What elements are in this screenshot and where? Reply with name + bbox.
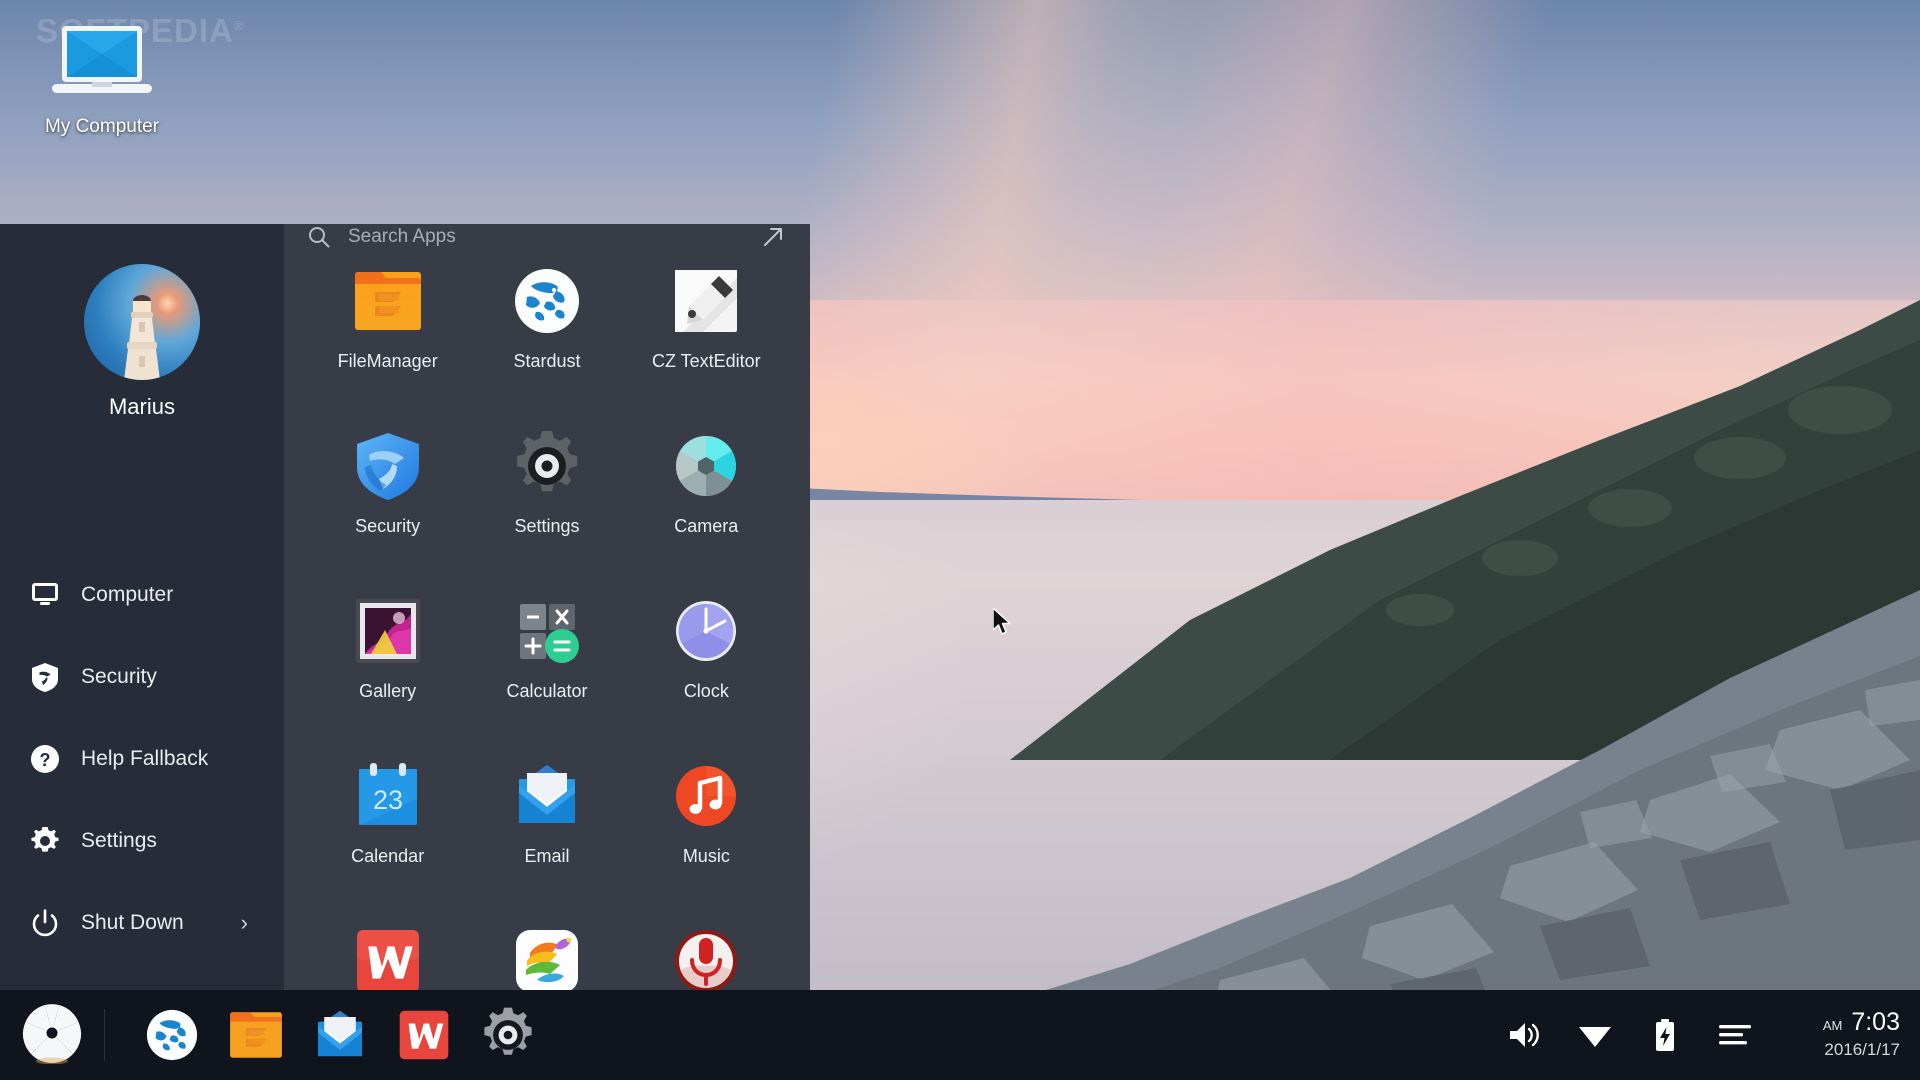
app-label: Camera <box>674 516 738 537</box>
app-label: Settings <box>514 516 579 537</box>
wps-office-icon <box>351 924 425 998</box>
app-music[interactable]: Music <box>627 749 786 914</box>
start-menu-nav: Computer Security <box>0 554 284 990</box>
menu-lines-icon[interactable] <box>1718 1018 1752 1052</box>
search-input[interactable] <box>348 226 760 248</box>
clock-date: 2016/1/17 <box>1824 1040 1900 1060</box>
app-label: CZ TextEditor <box>652 351 761 372</box>
wifi-icon[interactable] <box>1578 1018 1612 1052</box>
gallery-icon <box>351 594 425 668</box>
avatar <box>84 264 200 380</box>
clock-ampm: AM <box>1823 1018 1843 1033</box>
app-label: Clock <box>684 681 729 702</box>
app-label: Music <box>683 846 730 867</box>
calculator-icon <box>510 594 584 668</box>
start-menu-sidebar: Marius Computer <box>0 224 284 990</box>
taskbar-app-wps-office[interactable] <box>395 1006 453 1064</box>
svg-text:?: ? <box>40 750 51 770</box>
start-menu-apps-pane: FileManager <box>284 224 810 990</box>
app-label: Security <box>355 516 420 537</box>
filemanager-icon <box>351 264 425 338</box>
clock-time: 7:03 <box>1851 1010 1900 1035</box>
gear-icon <box>30 826 60 856</box>
taskbar-app-settings[interactable] <box>479 1006 537 1064</box>
app-filemanager[interactable]: FileManager <box>308 254 467 419</box>
battery-charging-icon[interactable] <box>1648 1018 1682 1052</box>
search-bar <box>284 224 810 250</box>
search-icon <box>308 226 330 248</box>
app-camera[interactable]: Camera <box>627 419 786 584</box>
app-calculator[interactable]: Calculator <box>467 584 626 749</box>
start-menu: Marius Computer <box>0 224 810 990</box>
app-label: FileManager <box>338 351 438 372</box>
app-gallery[interactable]: Gallery <box>308 584 467 749</box>
clock-icon <box>669 594 743 668</box>
user-name: Marius <box>109 394 175 420</box>
app-clock[interactable]: Clock <box>627 584 786 749</box>
security-shield-icon <box>351 429 425 503</box>
sidebar-item-security[interactable]: Security <box>0 636 284 718</box>
computer-icon <box>50 22 154 106</box>
sidebar-item-settings[interactable]: Settings <box>0 800 284 882</box>
calendar-icon: 23 <box>351 759 425 833</box>
taskbar-clock[interactable]: AM 7:03 2016/1/17 <box>1788 1010 1900 1060</box>
taskbar-app-filemanager[interactable] <box>227 1006 285 1064</box>
sidebar-item-label: Settings <box>81 829 157 853</box>
expand-arrow-icon[interactable] <box>760 224 786 250</box>
taskbar-app-stardust[interactable] <box>143 1006 201 1064</box>
stardust-browser-icon <box>510 264 584 338</box>
volume-icon[interactable] <box>1508 1018 1542 1052</box>
desktop-icon-label: My Computer <box>45 116 159 138</box>
cz-texteditor-icon <box>669 264 743 338</box>
sidebar-item-computer[interactable]: Computer <box>0 554 284 636</box>
music-note-icon <box>669 759 743 833</box>
settings-gear-icon <box>510 429 584 503</box>
voice-recorder-icon <box>669 924 743 998</box>
sidebar-item-shut-down[interactable]: Shut Down › <box>0 882 284 964</box>
app-label: Calculator <box>506 681 587 702</box>
app-settings[interactable]: Settings <box>467 419 626 584</box>
sidebar-item-label: Help Fallback <box>81 747 208 771</box>
calendar-day-number: 23 <box>373 785 403 815</box>
email-envelope-icon <box>510 759 584 833</box>
desktop-screen: SOFTPEDIA® My Computer <box>0 0 1920 1080</box>
app-grid: FileManager <box>284 250 810 1079</box>
desktop-icon-my-computer[interactable]: My Computer <box>22 22 182 138</box>
app-label: Calendar <box>351 846 424 867</box>
taskbar-app-email[interactable] <box>311 1006 369 1064</box>
taskbar-pinned-apps <box>105 1006 537 1064</box>
app-label: Email <box>524 846 569 867</box>
app-email[interactable]: Email <box>467 749 626 914</box>
app-security[interactable]: Security <box>308 419 467 584</box>
app-calendar[interactable]: 23 Calendar <box>308 749 467 914</box>
user-profile[interactable]: Marius <box>0 224 284 420</box>
start-pinwheel-icon <box>21 1002 83 1069</box>
sidebar-item-label: Security <box>81 665 157 689</box>
system-tray: AM 7:03 2016/1/17 <box>1508 1010 1920 1060</box>
app-label: Gallery <box>359 681 416 702</box>
sidebar-item-help-fallback[interactable]: ? Help Fallback <box>0 718 284 800</box>
app-cz-texteditor[interactable]: CZ TextEditor <box>627 254 786 419</box>
start-button[interactable] <box>0 990 104 1080</box>
question-icon: ? <box>30 744 60 774</box>
360-assistant-icon <box>510 924 584 998</box>
power-icon <box>30 908 60 938</box>
sidebar-item-label: Shut Down <box>81 911 184 935</box>
shield-icon <box>30 662 60 692</box>
camera-aperture-icon <box>669 429 743 503</box>
sidebar-item-label: Computer <box>81 583 173 607</box>
app-label: Stardust <box>513 351 580 372</box>
chevron-right-icon: › <box>241 910 248 936</box>
app-stardust[interactable]: Stardust <box>467 254 626 419</box>
taskbar: AM 7:03 2016/1/17 <box>0 990 1920 1080</box>
monitor-icon <box>30 580 60 610</box>
